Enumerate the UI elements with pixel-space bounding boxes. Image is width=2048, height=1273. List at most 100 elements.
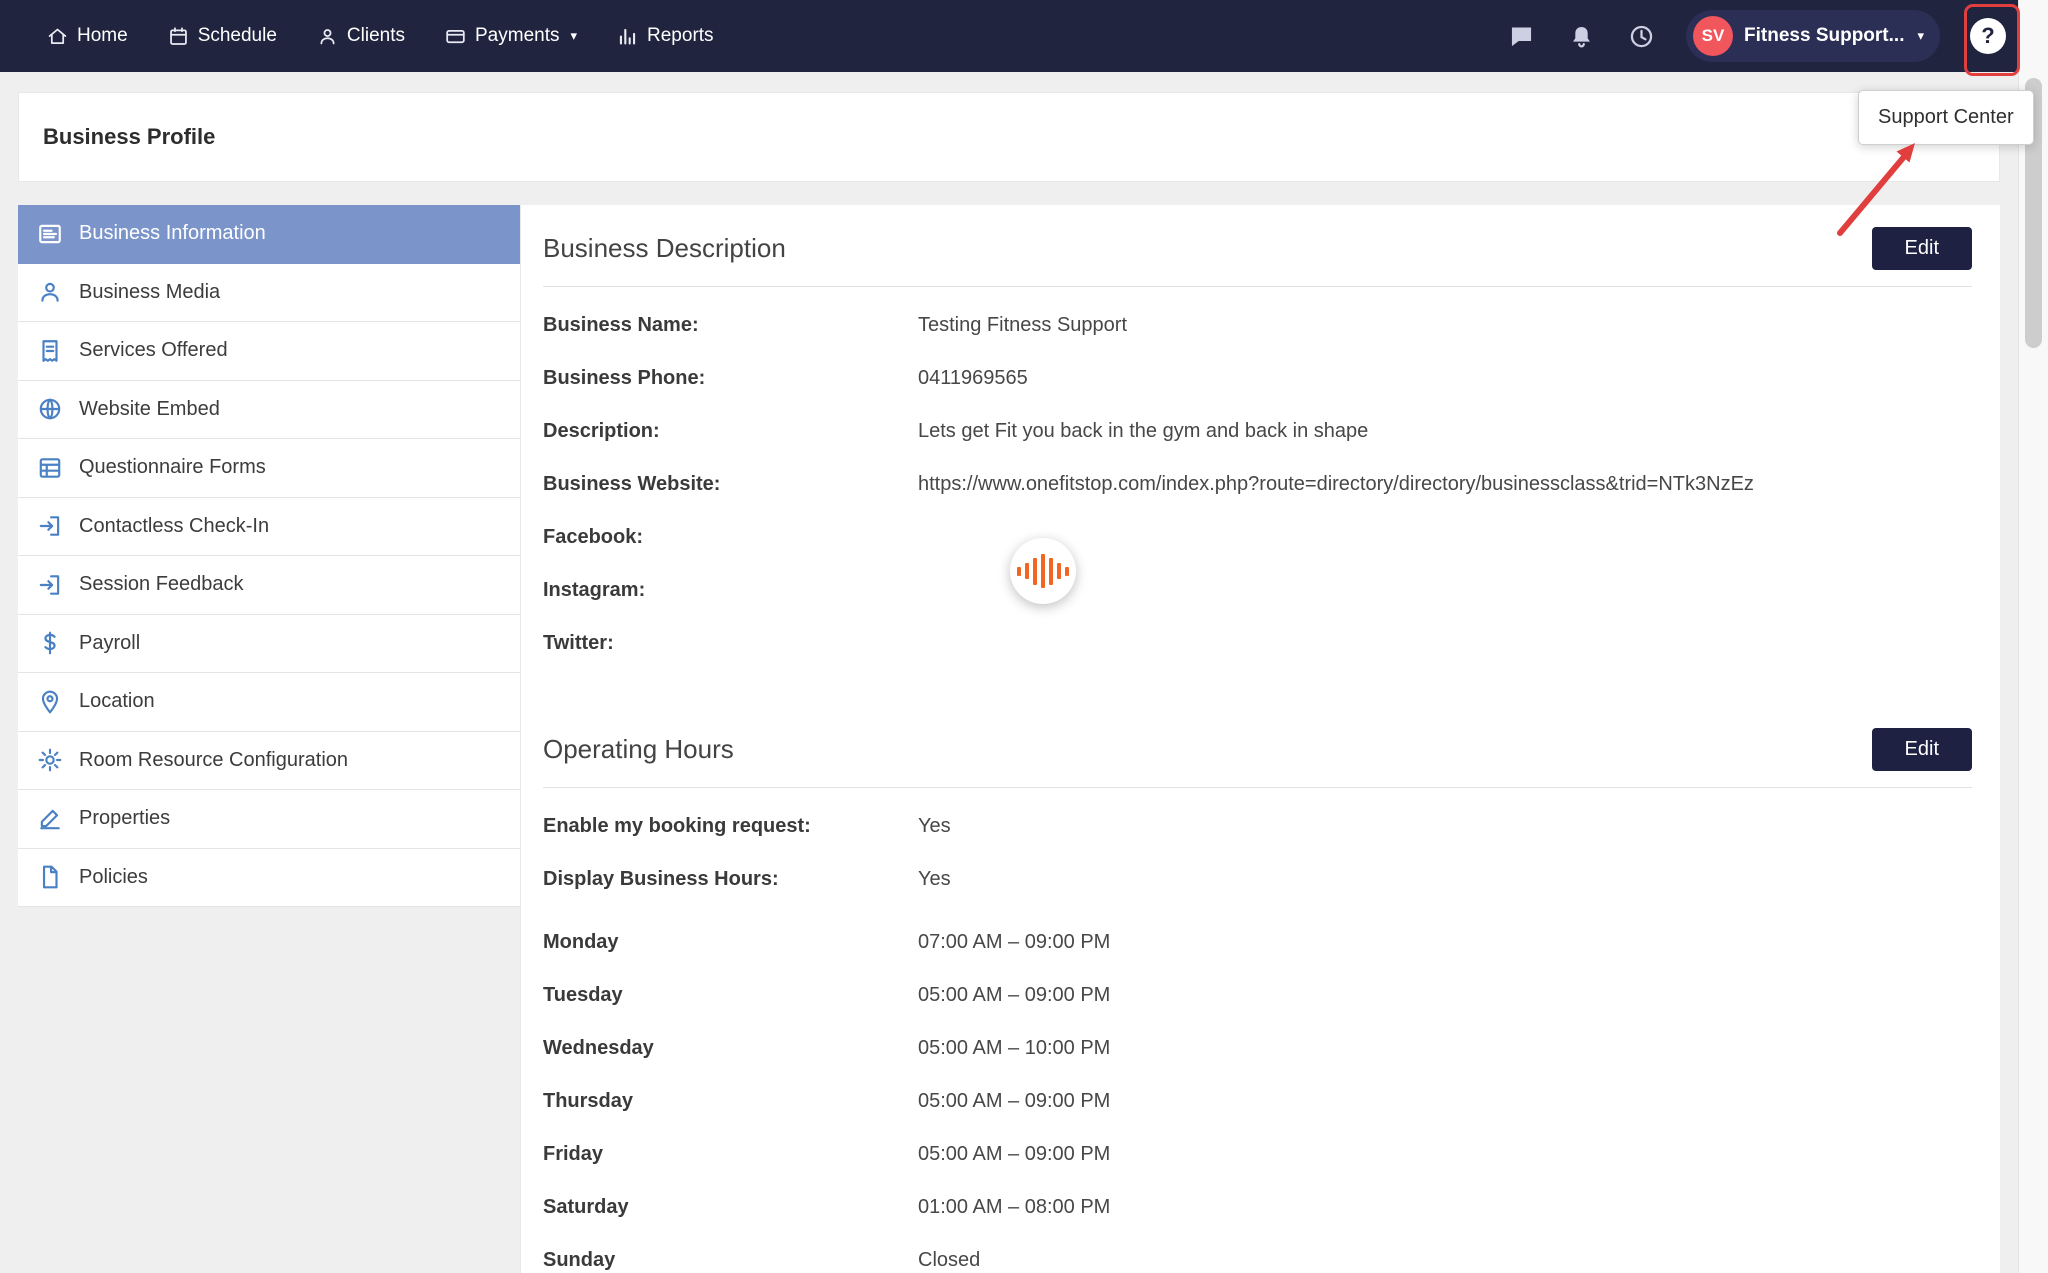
- sidebar-item-business-information[interactable]: Business Information: [18, 205, 520, 264]
- nav-label: Schedule: [198, 25, 277, 47]
- settings-sidebar: Business Information Business Media Serv…: [18, 205, 520, 907]
- nav-item-home[interactable]: Home: [47, 25, 128, 47]
- field-label: Instagram:: [543, 579, 918, 602]
- login-arrow-icon: [36, 571, 63, 598]
- sidebar-item-website-embed[interactable]: Website Embed: [18, 381, 520, 440]
- account-name: Fitness Support...: [1744, 25, 1904, 47]
- support-center-label: Support Center: [1878, 106, 2014, 128]
- sidebar-item-label: Questionnaire Forms: [79, 456, 266, 479]
- nav-item-reports[interactable]: Reports: [617, 25, 714, 47]
- field-value: 0411969565: [918, 367, 1028, 390]
- field-value: Lets get Fit you back in the gym and bac…: [918, 420, 1368, 443]
- account-menu[interactable]: SV Fitness Support... ▾: [1686, 10, 1940, 62]
- day-label: Thursday: [543, 1090, 918, 1113]
- section-title: Operating Hours: [543, 734, 734, 765]
- map-pin-icon: [36, 688, 63, 715]
- edit-business-description-button[interactable]: Edit: [1872, 227, 1972, 270]
- sidebar-item-payroll[interactable]: Payroll: [18, 615, 520, 674]
- bell-icon[interactable]: [1566, 21, 1596, 51]
- scrollbar[interactable]: [2018, 0, 2048, 1273]
- field-label: Business Phone:: [543, 367, 918, 390]
- support-center-menu-item[interactable]: Support Center: [1858, 90, 2034, 145]
- avatar: SV: [1693, 16, 1733, 56]
- bar-chart-icon: [617, 26, 638, 47]
- clock-icon[interactable]: [1626, 21, 1656, 51]
- nav-label: Home: [77, 25, 128, 47]
- field-row-display-hours: Display Business Hours: Yes: [543, 853, 1972, 906]
- pencil-icon: [36, 805, 63, 832]
- day-row-thursday: Thursday 05:00 AM – 09:00 PM: [543, 1075, 1972, 1128]
- page-title: Business Profile: [43, 124, 215, 150]
- sidebar-item-questionnaire-forms[interactable]: Questionnaire Forms: [18, 439, 520, 498]
- help-icon[interactable]: ?: [1970, 18, 2006, 54]
- day-hours: 05:00 AM – 09:00 PM: [918, 984, 1110, 1007]
- nav-label: Payments: [475, 25, 559, 47]
- day-hours: 01:00 AM – 08:00 PM: [918, 1196, 1110, 1219]
- sidebar-item-location[interactable]: Location: [18, 673, 520, 732]
- field-value: Yes: [918, 815, 951, 838]
- sidebar-item-policies[interactable]: Policies: [18, 849, 520, 908]
- loading-spinner-icon: [1010, 538, 1076, 604]
- nav-label: Clients: [347, 25, 405, 47]
- day-hours: Closed: [918, 1249, 980, 1272]
- day-label: Monday: [543, 931, 918, 954]
- field-row-business-website: Business Website: https://www.onefitstop…: [543, 458, 1972, 511]
- page-header: Business Profile: [18, 92, 2000, 182]
- gear-icon: [36, 747, 63, 774]
- sidebar-item-room-resource-configuration[interactable]: Room Resource Configuration: [18, 732, 520, 791]
- login-arrow-icon: [36, 513, 63, 540]
- table-icon: [36, 454, 63, 481]
- day-row-wednesday: Wednesday 05:00 AM – 10:00 PM: [543, 1022, 1972, 1075]
- day-hours: 05:00 AM – 10:00 PM: [918, 1037, 1110, 1060]
- field-label: Business Name:: [543, 314, 918, 337]
- document-icon: [36, 864, 63, 891]
- sidebar-item-label: Business Media: [79, 281, 220, 304]
- day-label: Tuesday: [543, 984, 918, 1007]
- business-website-link[interactable]: https://www.onefitstop.com/index.php?rou…: [918, 473, 1754, 496]
- nav-item-schedule[interactable]: Schedule: [168, 25, 277, 47]
- dollar-icon: [36, 630, 63, 657]
- day-row-monday: Monday 07:00 AM – 09:00 PM: [543, 916, 1972, 969]
- nav-item-payments[interactable]: Payments ▾: [445, 25, 577, 47]
- day-label: Saturday: [543, 1196, 918, 1219]
- day-hours: 05:00 AM – 09:00 PM: [918, 1143, 1110, 1166]
- field-label: Business Website:: [543, 473, 918, 496]
- field-row-facebook: Facebook:: [543, 511, 1972, 564]
- field-value: Yes: [918, 868, 951, 891]
- navbar-right: SV Fitness Support... ▾ ?: [1506, 10, 2018, 62]
- chat-icon[interactable]: [1506, 21, 1536, 51]
- sidebar-item-label: Services Offered: [79, 339, 228, 362]
- field-label: Description:: [543, 420, 918, 443]
- sidebar-item-business-media[interactable]: Business Media: [18, 264, 520, 323]
- sidebar-item-contactless-check-in[interactable]: Contactless Check-In: [18, 498, 520, 557]
- operating-hours-header: Operating Hours Edit: [543, 706, 1972, 771]
- section-title: Business Description: [543, 233, 786, 264]
- sidebar-item-properties[interactable]: Properties: [18, 790, 520, 849]
- sidebar-item-services-offered[interactable]: Services Offered: [18, 322, 520, 381]
- sidebar-item-label: Room Resource Configuration: [79, 749, 348, 772]
- divider: [543, 286, 1972, 287]
- receipt-icon: [36, 337, 63, 364]
- field-row-business-phone: Business Phone: 0411969565: [543, 352, 1972, 405]
- main-nav: Home Schedule Clients Payments ▾ Repor: [0, 25, 714, 47]
- person-icon: [317, 26, 338, 47]
- business-description-header: Business Description Edit: [543, 205, 1972, 270]
- sidebar-item-label: Session Feedback: [79, 573, 244, 596]
- chevron-down-icon: ▾: [570, 28, 577, 44]
- field-label: Facebook:: [543, 526, 918, 549]
- day-label: Sunday: [543, 1249, 918, 1272]
- day-row-sunday: Sunday Closed: [543, 1234, 1972, 1273]
- business-profile-content: Business Description Edit Business Name:…: [520, 205, 2000, 1273]
- nav-item-clients[interactable]: Clients: [317, 25, 405, 47]
- operating-hours-fields: Enable my booking request: Yes Display B…: [543, 800, 1972, 906]
- top-navbar: Home Schedule Clients Payments ▾ Repor: [0, 0, 2018, 72]
- sidebar-item-label: Payroll: [79, 632, 140, 655]
- edit-operating-hours-button[interactable]: Edit: [1872, 728, 1972, 771]
- field-label: Enable my booking request:: [543, 815, 918, 838]
- field-row-business-name: Business Name: Testing Fitness Support: [543, 299, 1972, 352]
- day-hours: 07:00 AM – 09:00 PM: [918, 931, 1110, 954]
- sidebar-item-session-feedback[interactable]: Session Feedback: [18, 556, 520, 615]
- sidebar-item-label: Contactless Check-In: [79, 515, 269, 538]
- home-icon: [47, 26, 68, 47]
- sidebar-item-label: Properties: [79, 807, 170, 830]
